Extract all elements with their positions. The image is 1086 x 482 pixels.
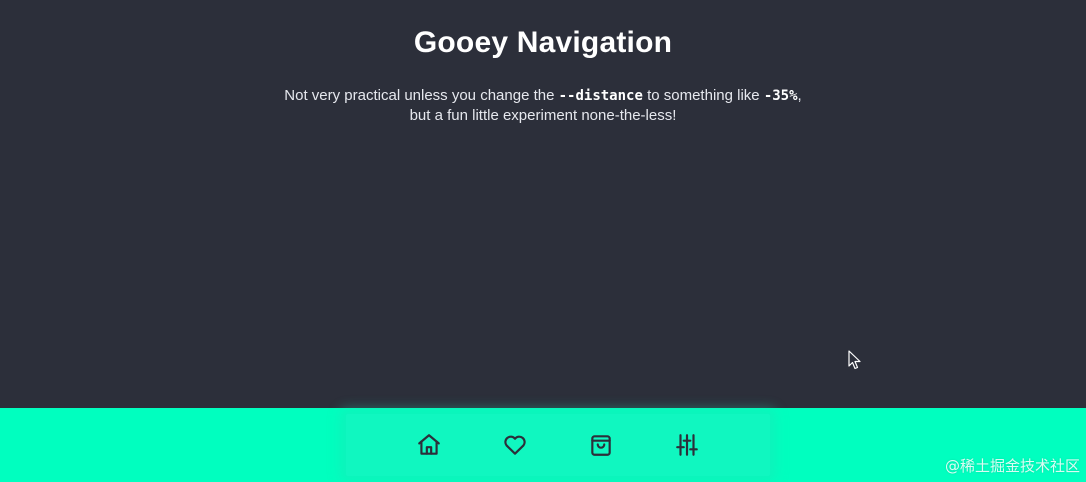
percent-code: -35% [763, 88, 798, 104]
description-text-1: Not very practical unless you change the [284, 87, 559, 104]
description-text-2: to something like [642, 87, 764, 104]
nav-home-button[interactable] [414, 430, 444, 460]
page-title: Gooey Navigation [413, 26, 673, 59]
description-line-2: but a fun little experiment none-the-les… [409, 107, 677, 124]
heart-icon [504, 435, 526, 455]
nav-bag-button[interactable] [586, 430, 616, 460]
shopping-bag-icon [591, 435, 611, 456]
distance-code: --distance [558, 88, 643, 104]
description-text-3: , [797, 87, 802, 104]
sliders-icon [676, 434, 698, 456]
nav-favorites-button[interactable] [500, 430, 530, 460]
watermark: @稀土掘金技术社区 [944, 457, 1080, 475]
gooey-blob [346, 414, 770, 476]
bottom-navigation: @稀土掘金技术社区 [0, 408, 1086, 482]
mouse-cursor-icon [848, 350, 861, 370]
nav-settings-button[interactable] [672, 430, 702, 460]
page-description: Not very practical unless you change the… [0, 86, 1086, 125]
home-icon [418, 434, 440, 455]
page: Gooey Navigation Not very practical unle… [0, 0, 1086, 482]
